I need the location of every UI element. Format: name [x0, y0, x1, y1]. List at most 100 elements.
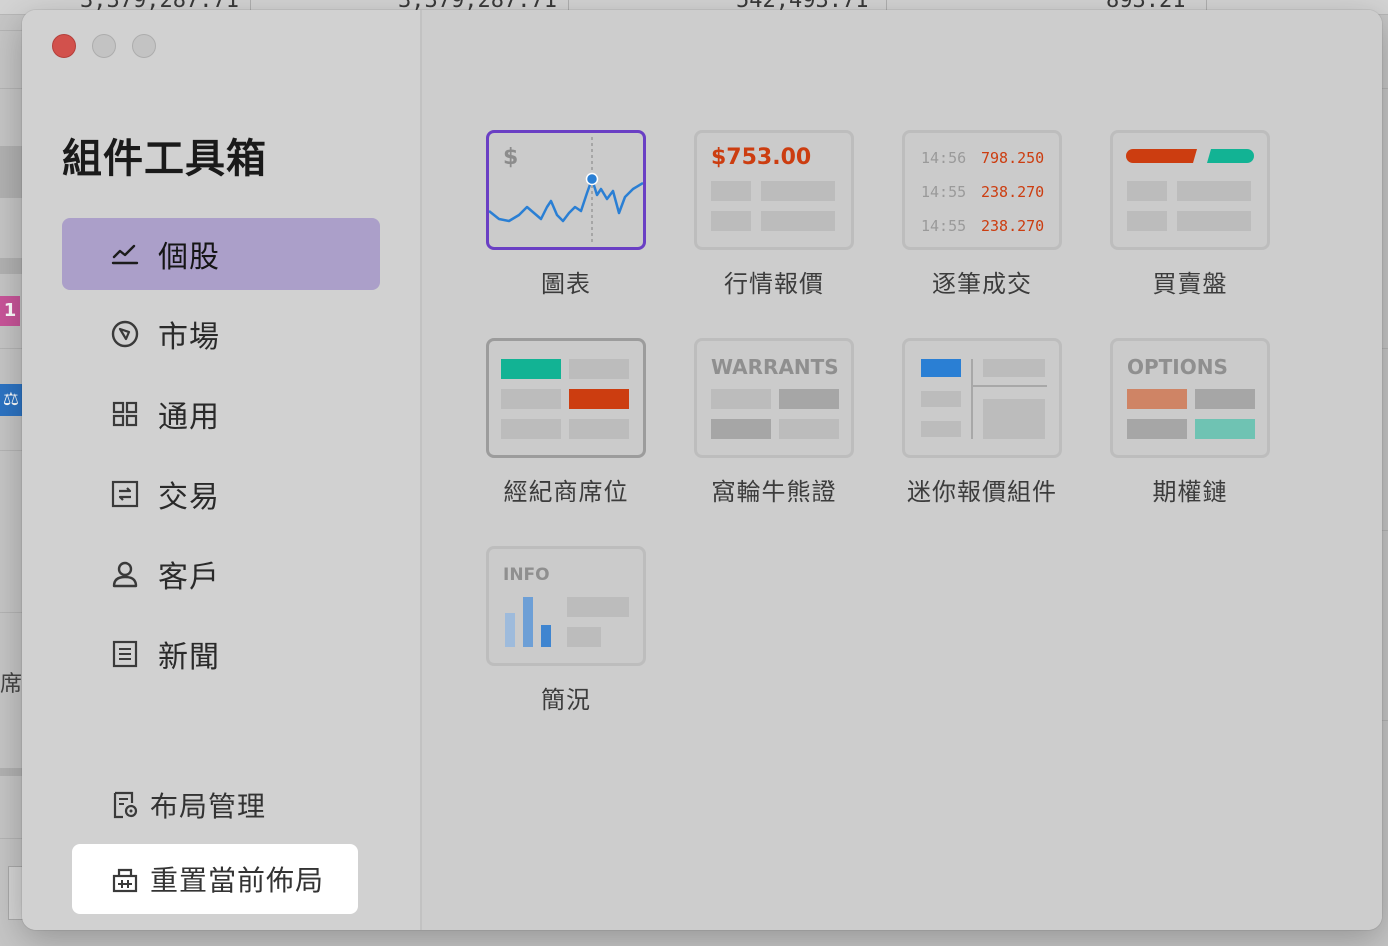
reset-layout-button[interactable]: 重置當前佈局 [72, 844, 358, 914]
sidebar-item-trade[interactable]: 交易 [62, 458, 380, 530]
widget-order-book-preview [1110, 130, 1270, 250]
widget-warrants[interactable]: WARRANTS 窩輪牛熊證 [694, 338, 854, 507]
sidebar-item-label: 通用 [158, 400, 220, 435]
placeholder-divider [971, 359, 973, 439]
maximize-window-button[interactable] [132, 34, 156, 58]
widget-broker-queue-preview [486, 338, 646, 458]
placeholder-bar [501, 419, 561, 439]
widget-mini-quote[interactable]: 迷你報價組件 [902, 338, 1062, 507]
sidebar-item-stocks[interactable]: 個股 [62, 218, 380, 290]
sidebar-item-general[interactable]: 通用 [62, 378, 380, 450]
placeholder-bar [1127, 211, 1167, 231]
placeholder-bar [711, 419, 771, 439]
background-divider [0, 348, 22, 349]
widget-label: 期權鏈 [1152, 478, 1228, 506]
placeholder-divider [973, 385, 1047, 387]
layout-manage-label: 布局管理 [150, 790, 267, 823]
placeholder-bar [779, 419, 839, 439]
info-title: INFO [503, 565, 550, 585]
placeholder-bar [567, 597, 629, 617]
background-badge: 1 [0, 296, 20, 326]
widget-options-chain[interactable]: OPTIONS 期權鏈 [1110, 338, 1270, 507]
widget-profile-preview: INFO [486, 546, 646, 666]
info-bar [505, 613, 515, 647]
background-divider [1382, 720, 1388, 721]
background-divider [0, 838, 22, 839]
trade-price: 798.250 [981, 149, 1045, 167]
background-divider [1382, 348, 1388, 349]
widget-chart-preview: $ [486, 130, 646, 250]
widget-options-chain-preview: OPTIONS [1110, 338, 1270, 458]
background-divider [0, 30, 22, 31]
placeholder-bar [983, 359, 1045, 377]
widget-quote[interactable]: $753.00 行情報價 [694, 130, 854, 299]
sidebar-item-client[interactable]: 客戶 [62, 538, 380, 610]
placeholder-bar [1127, 389, 1187, 409]
sidebar-item-label: 個股 [158, 240, 220, 275]
placeholder-bar [921, 391, 961, 407]
exchange-icon [110, 479, 140, 509]
newspaper-icon [110, 639, 140, 669]
placeholder-bar [567, 627, 601, 647]
layout-settings-icon [110, 790, 140, 820]
bid-ask-bars [1126, 149, 1254, 163]
placeholder-bar [711, 389, 771, 409]
grid-icon [110, 399, 140, 429]
placeholder-bar [569, 419, 629, 439]
widget-profile[interactable]: INFO 簡況 [486, 546, 646, 715]
placeholder-bar [1195, 419, 1255, 439]
sidebar: 組件工具箱 個股 市場 通用 交易 客戶 新聞 布局管理 重置當前佈局 [22, 10, 420, 930]
sidebar-item-label: 新聞 [158, 640, 220, 675]
background-strip [0, 768, 22, 776]
options-title: OPTIONS [1127, 355, 1228, 379]
placeholder-bar [921, 359, 961, 377]
widget-grid: $ 圖表 $753.00 行情報價 14:56 798.250 14:55 23… [422, 10, 1382, 930]
close-window-button[interactable] [52, 34, 76, 58]
widget-label: 圖表 [541, 270, 591, 298]
placeholder-bar [1177, 211, 1251, 231]
sidebar-item-market[interactable]: 市場 [62, 298, 380, 370]
background-divider [0, 612, 22, 613]
placeholder-bar [1127, 419, 1187, 439]
widget-time-sales[interactable]: 14:56 798.250 14:55 238.270 14:55 238.27… [902, 130, 1062, 299]
page-title: 組件工具箱 [62, 136, 267, 182]
widget-label: 窩輪牛熊證 [711, 478, 837, 506]
placeholder-bar [569, 359, 629, 379]
widget-label: 迷你報價組件 [907, 478, 1057, 506]
widget-mini-quote-preview [902, 338, 1062, 458]
sidebar-item-label: 交易 [158, 480, 220, 515]
sidebar-item-label: 客戶 [158, 560, 220, 595]
background-divider [1382, 88, 1388, 89]
info-bar [523, 597, 533, 647]
placeholder-bar [501, 389, 561, 409]
widget-warrants-preview: WARRANTS [694, 338, 854, 458]
layout-manage-button[interactable]: 布局管理 [72, 770, 266, 840]
widget-quote-preview: $753.00 [694, 130, 854, 250]
placeholder-bar [1177, 181, 1251, 201]
placeholder-bar [1127, 181, 1167, 201]
sparkline-chart [489, 137, 643, 245]
sidebar-item-news[interactable]: 新聞 [62, 618, 380, 690]
trade-time: 14:55 [921, 183, 967, 201]
widget-label: 逐筆成交 [932, 270, 1032, 298]
widget-label: 行情報價 [724, 270, 824, 298]
widget-time-sales-preview: 14:56 798.250 14:55 238.270 14:55 238.27… [902, 130, 1062, 250]
widget-order-book[interactable]: 買賣盤 [1110, 130, 1270, 299]
widget-chart[interactable]: $ 圖表 [486, 130, 646, 299]
widget-toolbox-window: 組件工具箱 個股 市場 通用 交易 客戶 新聞 布局管理 重置當前佈局 $ 圖表… [22, 10, 1382, 930]
placeholder-bar [983, 399, 1045, 439]
trade-price: 238.270 [981, 217, 1045, 235]
widget-broker-queue[interactable]: 經紀商席位 [486, 338, 646, 507]
minimize-window-button[interactable] [92, 34, 116, 58]
placeholder-bar [711, 181, 751, 201]
reset-layout-label: 重置當前佈局 [150, 864, 325, 897]
placeholder-bar [921, 421, 961, 437]
placeholder-bar [711, 211, 751, 231]
widget-label: 簡況 [541, 686, 591, 714]
widget-label: 買賣盤 [1152, 270, 1228, 298]
placeholder-bar [761, 211, 835, 231]
placeholder-bar [779, 389, 839, 409]
compass-icon [110, 319, 140, 349]
user-icon [110, 559, 140, 589]
placeholder-bar [1195, 389, 1255, 409]
